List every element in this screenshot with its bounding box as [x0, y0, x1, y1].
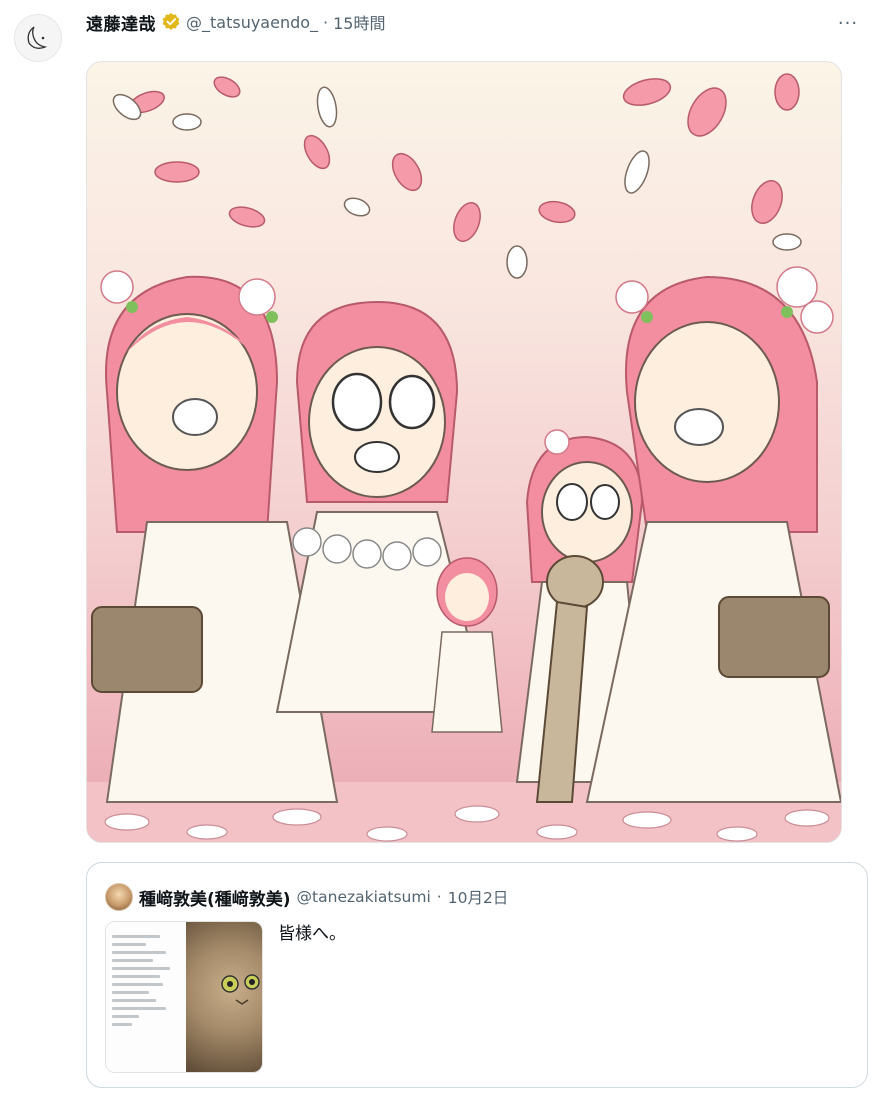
separator-dot: · — [436, 888, 442, 906]
verified-badge-icon — [162, 12, 180, 30]
quoted-author-avatar[interactable] — [105, 883, 133, 911]
cat-face-icon — [221, 974, 260, 1005]
author-avatar[interactable] — [14, 14, 62, 62]
cat-photo — [186, 922, 262, 1072]
quoted-media-thumbnail[interactable] — [105, 921, 263, 1073]
more-options-icon: ··· — [837, 12, 859, 34]
quoted-author-handle: @tanezakiatsumi — [296, 888, 431, 906]
post-header: 遠藤達哉 @_tatsuyaendo_ · 15時間 — [86, 8, 386, 36]
illustration-image — [87, 73, 841, 842]
more-options-button[interactable]: ··· — [831, 8, 865, 38]
quoted-tweet-text: 皆様へ。 — [278, 924, 346, 944]
quoted-tweet-header: 種﨑敦美(種﨑敦美) @tanezakiatsumi · 10月2日 — [105, 883, 508, 911]
petals — [129, 73, 800, 242]
post-media-image[interactable] — [86, 61, 842, 843]
separator-dot: · — [323, 12, 329, 32]
author-handle[interactable]: @_tatsuyaendo_ — [186, 13, 318, 32]
quoted-timestamp: 10月2日 — [447, 889, 509, 907]
post-timestamp[interactable]: 15時間 — [333, 10, 385, 34]
quoted-author-name: 種﨑敦美(種﨑敦美) — [139, 889, 291, 910]
quoted-tweet-card[interactable]: 種﨑敦美(種﨑敦美) @tanezakiatsumi · 10月2日 皆様へ。 — [86, 862, 868, 1088]
moon-icon — [27, 26, 48, 49]
author-name[interactable]: 遠藤達哉 — [86, 10, 156, 35]
letter-image — [106, 922, 186, 1072]
girl-small — [431, 557, 503, 733]
